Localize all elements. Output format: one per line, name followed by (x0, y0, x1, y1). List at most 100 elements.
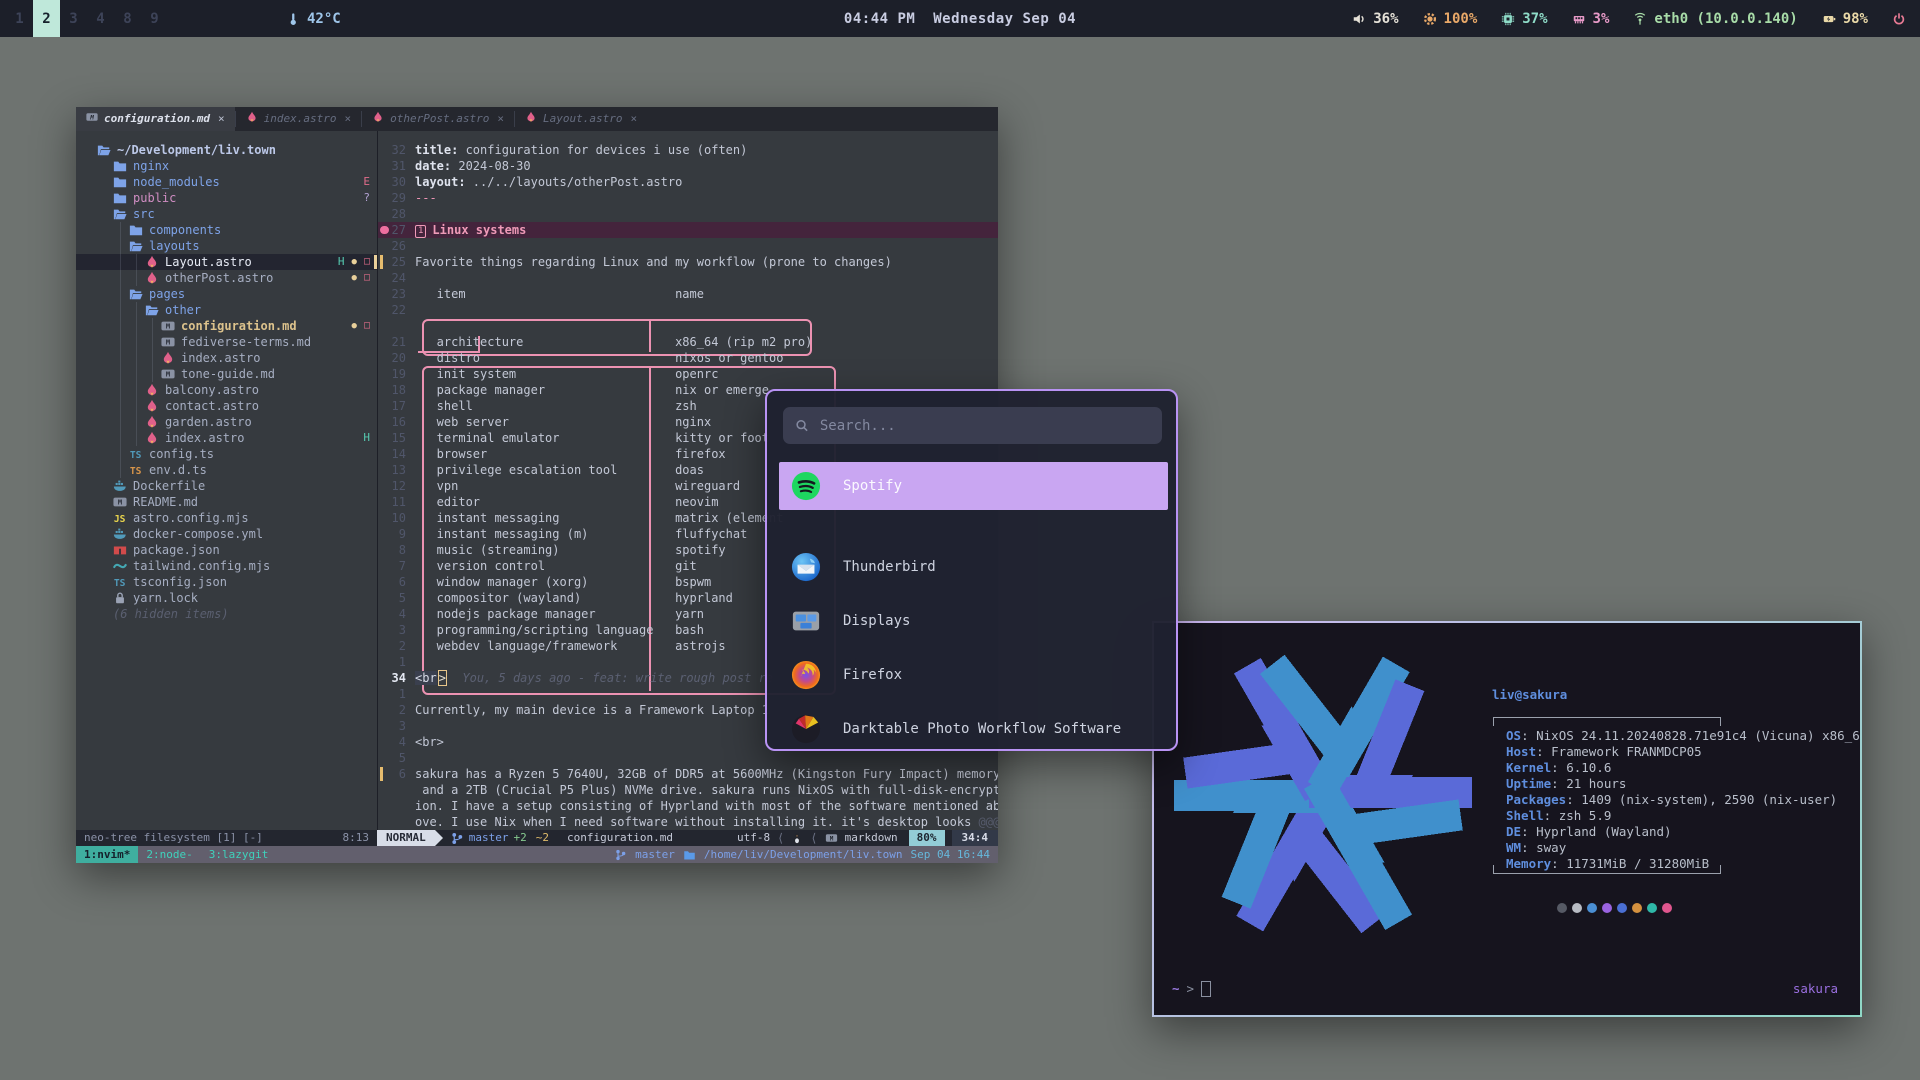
workspace-9[interactable]: 9 (141, 0, 168, 37)
tab-close-icon[interactable]: × (497, 111, 504, 127)
launcher-item-darktable[interactable]: Darktable Photo Workflow Software (779, 705, 1168, 751)
tree-item-index.astro[interactable]: index.astro (76, 350, 377, 366)
astro-icon (525, 111, 537, 128)
tree-item-badges: ●□ (352, 270, 370, 286)
astro-icon (372, 111, 384, 128)
markdown-icon (825, 832, 838, 844)
tree-item-astro.config.mjs[interactable]: astro.config.mjs (76, 510, 377, 526)
memory-module[interactable]: 3% (1572, 11, 1610, 27)
astro-icon (145, 384, 160, 397)
tree-item-tsconfig.json[interactable]: tsconfig.json (76, 574, 377, 590)
linux-icon (791, 832, 803, 845)
tree-item--6-hidden-items-[interactable]: (6 hidden items) (76, 606, 377, 622)
tree-item-label: ~/Development/liv.town (117, 142, 276, 158)
tree-item-other[interactable]: other (76, 302, 377, 318)
tree-item-src[interactable]: src (76, 206, 377, 222)
tree-item-components[interactable]: components (76, 222, 377, 238)
tree-item-index.astro[interactable]: index.astroH (76, 430, 377, 446)
battery-module[interactable]: 98% (1822, 11, 1868, 27)
tree-item-public[interactable]: public? (76, 190, 377, 206)
shell-prompt[interactable]: ~ > (1172, 981, 1211, 997)
tmux-statusbar: 1:nvim*2:node-3:lazygit master /home/liv… (76, 846, 998, 863)
tree-item-env.d.ts[interactable]: env.d.ts (76, 462, 377, 478)
tree-item-fediverse-terms.md[interactable]: fediverse-terms.md (76, 334, 377, 350)
fetch-info-row: DE: Hyprland (Wayland) (1506, 824, 1860, 840)
editor-line: ion. I have a setup consisting of Hyprla… (378, 798, 998, 814)
vim-cursor: > (438, 670, 447, 686)
tree-item-label: README.md (133, 494, 198, 510)
git-added-count: +2 (514, 830, 527, 846)
nixos-logo (1168, 639, 1478, 949)
network-icon (1633, 12, 1647, 26)
tree-item-balcony.astro[interactable]: balcony.astro (76, 382, 377, 398)
prompt-path: ~ (1172, 981, 1180, 997)
editor-line: 32title: configuration for devices i use… (378, 142, 998, 158)
tab-index.astro[interactable]: index.astro× (236, 107, 361, 131)
fetch-box-top (1493, 717, 1721, 726)
workspace-2[interactable]: 2 (33, 0, 60, 37)
ts-icon (129, 464, 144, 477)
neotree-status-label: neo-tree filesystem [1] [-] (84, 830, 263, 846)
js-icon (113, 512, 128, 525)
cpu-module[interactable]: 37% (1501, 11, 1547, 27)
tree-item-README.md[interactable]: README.md (76, 494, 377, 510)
color-dot (1572, 903, 1582, 913)
tree-item-pages[interactable]: pages (76, 286, 377, 302)
tree-item-garden.astro[interactable]: garden.astro (76, 414, 377, 430)
folder-open-icon (97, 144, 112, 157)
fetch-user-host: liv@sakura (1492, 687, 1567, 703)
tree-item-label: nginx (133, 158, 169, 174)
workspace-3[interactable]: 3 (60, 0, 87, 37)
tree-item-layouts[interactable]: layouts (76, 238, 377, 254)
search-input[interactable] (818, 417, 1150, 435)
tree-item-Dockerfile[interactable]: Dockerfile (76, 478, 377, 494)
workspace-8[interactable]: 8 (114, 0, 141, 37)
temperature-value: 42°C (307, 11, 341, 27)
tree-item-config.ts[interactable]: config.ts (76, 446, 377, 462)
tab-close-icon[interactable]: × (344, 111, 351, 127)
network-module[interactable]: eth0 (10.0.0.140) (1633, 11, 1797, 27)
power-module[interactable] (1892, 12, 1906, 26)
tree-item-contact.astro[interactable]: contact.astro (76, 398, 377, 414)
tmux-window-1:nvim*[interactable]: 1:nvim* (76, 846, 138, 863)
fetch-info-row: Shell: zsh 5.9 (1506, 808, 1860, 824)
brightness-module[interactable]: 100% (1423, 11, 1478, 27)
launcher-search[interactable] (783, 407, 1162, 444)
tree-item-label: index.astro (181, 350, 260, 366)
tab-configuration.md[interactable]: configuration.md× (76, 107, 235, 131)
tree-item-yarn.lock[interactable]: yarn.lock (76, 590, 377, 606)
launcher-item-displays[interactable]: Displays (779, 597, 1168, 645)
color-dot (1647, 903, 1657, 913)
tree-item-configuration.md[interactable]: configuration.md●□ (76, 318, 377, 334)
tab-otherPost.astro[interactable]: otherPost.astro× (362, 107, 514, 131)
tree-item-label: tone-guide.md (181, 366, 275, 382)
tree-item---Development-liv.town[interactable]: ~/Development/liv.town (76, 142, 377, 158)
volume-module[interactable]: 36% (1352, 11, 1398, 27)
tab-close-icon[interactable]: × (631, 111, 638, 127)
tmux-window-2:node-[interactable]: 2:node- (138, 846, 200, 863)
powerline-arrow (435, 830, 443, 846)
system-modules: 36% 100% 37% 3% eth0 (10.0.0.140) 98% (1352, 0, 1906, 37)
workspace-1[interactable]: 1 (6, 0, 33, 37)
tree-item-tone-guide.md[interactable]: tone-guide.md (76, 366, 377, 382)
launcher-item-spotify[interactable]: Spotify (779, 462, 1168, 510)
tree-item-package.json[interactable]: package.json (76, 542, 377, 558)
tree-item-label: components (149, 222, 221, 238)
workspace-4[interactable]: 4 (87, 0, 114, 37)
lock-icon (113, 592, 128, 605)
tree-item-Layout.astro[interactable]: Layout.astroH●□ (76, 254, 377, 270)
tab-close-icon[interactable]: × (218, 111, 225, 127)
launcher-item-firefox[interactable]: Firefox (779, 651, 1168, 699)
launcher-item-label: Displays (843, 613, 910, 629)
tree-item-nginx[interactable]: nginx (76, 158, 377, 174)
tree-item-otherPost.astro[interactable]: otherPost.astro●□ (76, 270, 377, 286)
color-dot (1632, 903, 1642, 913)
tmux-window-3:lazygit[interactable]: 3:lazygit (201, 846, 277, 863)
tree-item-docker-compose.yml[interactable]: docker-compose.yml (76, 526, 377, 542)
launcher-item-thunderbird[interactable]: Thunderbird (779, 543, 1168, 591)
color-dot (1602, 903, 1612, 913)
filetype-label: markdown (845, 830, 898, 846)
tree-item-node-modules[interactable]: node_modulesE (76, 174, 377, 190)
tab-Layout.astro[interactable]: Layout.astro× (515, 107, 647, 131)
tree-item-tailwind.config.mjs[interactable]: tailwind.config.mjs (76, 558, 377, 574)
